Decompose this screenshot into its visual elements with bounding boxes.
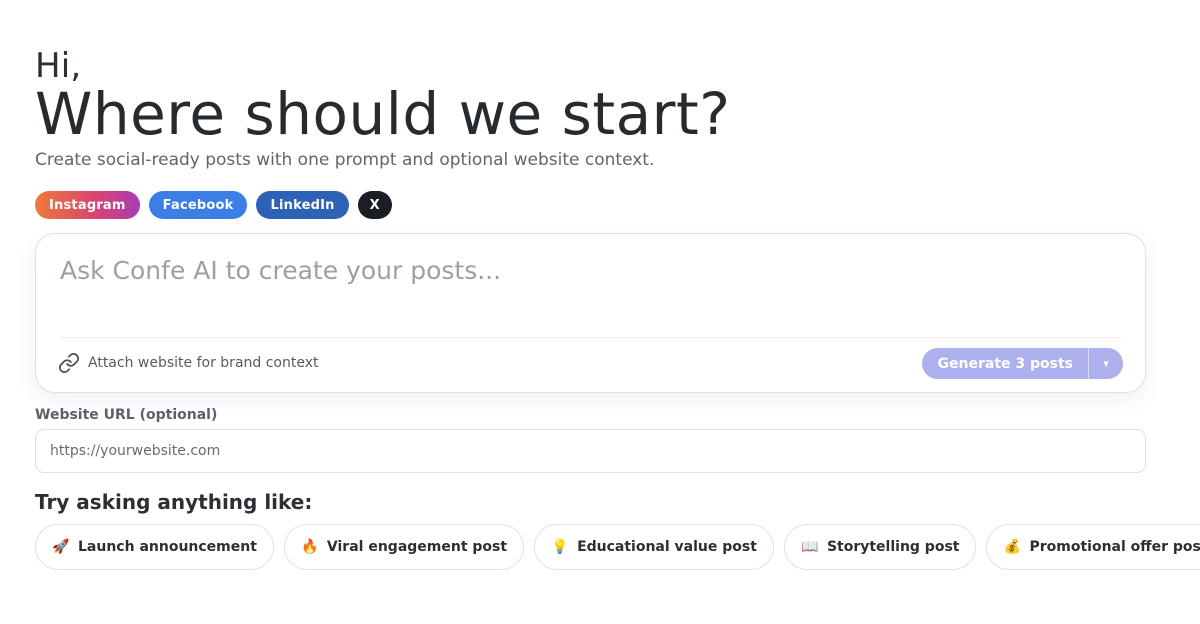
rocket-icon: 🚀 — [52, 539, 70, 555]
suggestion-label: Promotional offer post — [1029, 539, 1200, 555]
suggestion-label: Viral engagement post — [326, 539, 508, 555]
suggestions-heading: Try asking anything like: — [35, 490, 313, 514]
link-icon — [58, 352, 80, 374]
suggestion-storytelling[interactable]: 📖 Storytelling post — [783, 524, 977, 570]
book-icon: 📖 — [801, 539, 819, 555]
money-bag-icon: 💰 — [1003, 539, 1022, 555]
platform-selector: Instagram Facebook LinkedIn X — [35, 191, 392, 219]
attach-website-label: Attach website for brand context — [88, 355, 319, 371]
suggestion-launch-announcement[interactable]: 🚀 Launch announcement — [35, 524, 274, 570]
chevron-down-icon[interactable]: ▾ — [1089, 348, 1123, 379]
composer-divider — [60, 337, 1121, 338]
prompt-composer: Attach website for brand context Generat… — [35, 233, 1146, 393]
suggestion-promotional-offer[interactable]: 💰 Promotional offer post — [986, 524, 1200, 570]
generate-posts-button[interactable]: Generate 3 posts — [922, 348, 1088, 379]
platform-x-pill[interactable]: X — [357, 191, 392, 219]
platform-instagram-pill[interactable]: Instagram — [35, 191, 140, 219]
page-subtitle: Create social-ready posts with one promp… — [35, 150, 655, 170]
prompt-input[interactable] — [60, 256, 1120, 316]
attach-website-button[interactable]: Attach website for brand context — [58, 351, 319, 375]
website-url-input[interactable] — [35, 429, 1146, 473]
suggestion-viral-engagement[interactable]: 🔥 Viral engagement post — [283, 524, 525, 570]
website-url-label: Website URL (optional) — [35, 407, 218, 423]
page-title: Where should we start? — [35, 80, 731, 148]
platform-facebook-pill[interactable]: Facebook — [148, 191, 248, 219]
generate-button-group: Generate 3 posts ▾ — [921, 348, 1123, 379]
suggestion-educational-value[interactable]: 💡 Educational value post — [534, 524, 774, 570]
suggestion-label: Storytelling post — [826, 539, 960, 555]
suggestion-label: Launch announcement — [78, 539, 257, 555]
fire-icon: 🔥 — [301, 539, 319, 555]
suggestion-label: Educational value post — [577, 539, 757, 555]
platform-linkedin-pill[interactable]: LinkedIn — [256, 191, 349, 219]
lightbulb-icon: 💡 — [551, 539, 569, 555]
start-page: Hi, Where should we start? Create social… — [0, 0, 1200, 624]
suggestion-chips: 🚀 Launch announcement 🔥 Viral engagement… — [35, 524, 1200, 570]
